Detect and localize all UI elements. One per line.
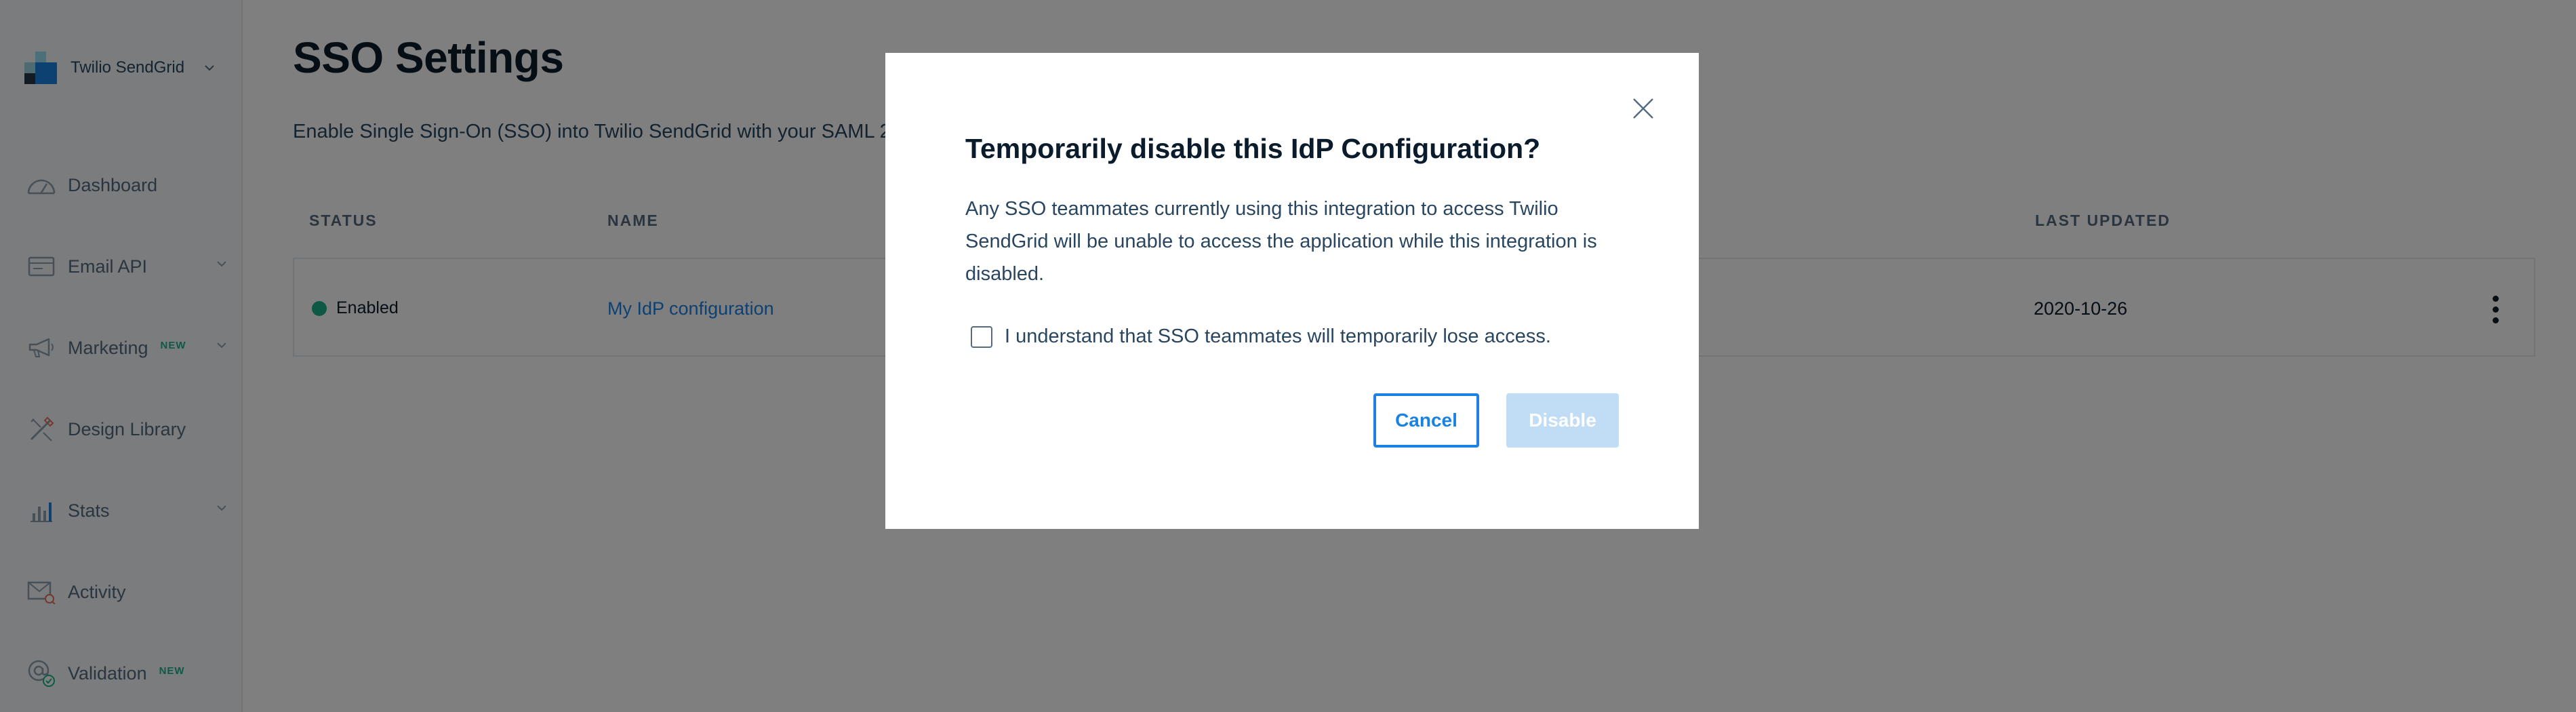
modal-title: Temporarily disable this IdP Configurati… — [965, 133, 1541, 164]
modal-body-text: Any SSO teammates currently using this i… — [965, 198, 1597, 285]
acknowledge-checkbox[interactable] — [971, 325, 992, 348]
close-icon[interactable] — [1628, 94, 1658, 123]
cancel-button[interactable]: Cancel — [1373, 393, 1479, 448]
disable-button[interactable]: Disable — [1506, 393, 1619, 448]
acknowledge-checkbox-row[interactable]: I understand that SSO teammates will tem… — [971, 325, 1551, 348]
acknowledge-checkbox-label[interactable]: I understand that SSO teammates will tem… — [1005, 325, 1551, 348]
disable-idp-modal: Temporarily disable this IdP Configurati… — [885, 53, 1699, 529]
